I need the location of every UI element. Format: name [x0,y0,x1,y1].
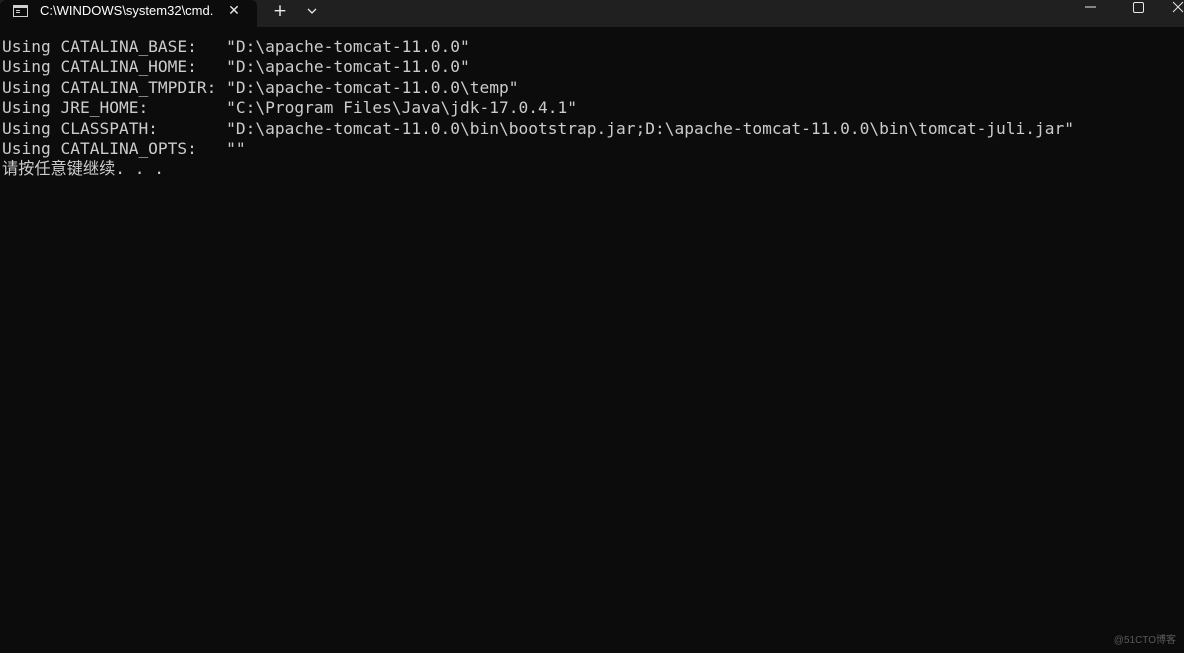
tab-close-icon[interactable]: ✕ [226,2,242,20]
close-window-button[interactable] [1162,0,1184,20]
console-output[interactable]: Using CATALINA_BASE: "D:\apache-tomcat-1… [2,37,1182,180]
console-prompt-line: 请按任意键继续. . . [2,159,165,179]
console-line: Using CATALINA_TMPDIR: "D:\apache-tomcat… [2,77,519,97]
console-line: Using CATALINA_BASE: "D:\apache-tomcat-1… [2,37,470,56]
close-icon [1172,1,1184,13]
watermark: @51CTO博客 [1113,635,1176,646]
console-line: Using JRE_HOME: "C:\Program Files\Java\j… [2,98,577,118]
tab-title: C:\WINDOWS\system32\cmd. [40,3,214,18]
console-line: Using CLASSPATH: "D:\apache-tomcat-11.0.… [2,118,1075,138]
console-line: Using CATALINA_OPTS: "" [2,138,246,158]
maximize-button[interactable] [1115,0,1161,20]
minimize-icon [1085,6,1096,8]
title-bar[interactable]: C:\WINDOWS\system32\cmd. ✕ + [0,0,1184,27]
chevron-down-icon[interactable] [304,2,320,20]
cmd-console-icon [13,5,28,17]
console-line: Using CATALINA_HOME: "D:\apache-tomcat-1… [2,57,470,77]
maximize-icon [1133,2,1144,13]
new-tab-plus-icon[interactable]: + [271,1,289,21]
minimize-button[interactable] [1068,0,1114,20]
terminal-window: C:\WINDOWS\system32\cmd. ✕ + Using CATAL… [0,0,1184,653]
tab-cmd[interactable]: C:\WINDOWS\system32\cmd. ✕ [0,0,257,27]
